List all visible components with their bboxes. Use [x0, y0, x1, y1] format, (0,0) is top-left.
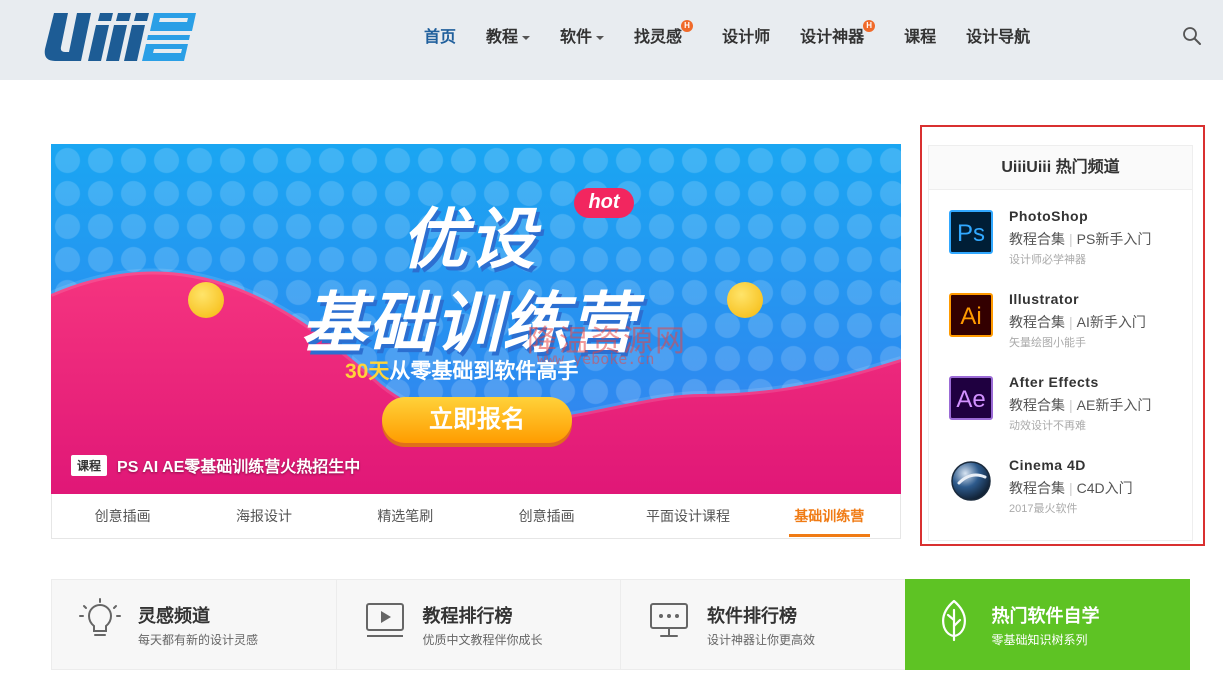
banner-title-line1: 优设	[401, 201, 537, 278]
hot-channels-highlight: UiiiUiii 热门频道 Ps PhotoShop 教程合集 | PS新手入门 设…	[920, 125, 1205, 546]
feature-self-study[interactable]: 热门软件自学 零基础知识树系列	[904, 579, 1190, 670]
software-desc: 设计师必学神器	[1009, 254, 1086, 266]
chevron-down-icon	[596, 35, 605, 40]
video-play-icon	[365, 603, 404, 637]
beginner-link[interactable]: C4D入门	[1077, 480, 1133, 496]
feature-subtitle: 设计神器让你更高效	[707, 633, 816, 647]
software-item-after-effects[interactable]: Ae After Effects 教程合集 | AE新手入门 动效设计不再难	[949, 374, 1189, 440]
nav-inspiration[interactable]: 找灵感 H	[634, 20, 694, 47]
banner-tab[interactable]: 海报设计	[193, 494, 334, 538]
software-item-illustrator[interactable]: Ai Illustrator 教程合集 | AI新手入门 矢量绘图小能手	[949, 291, 1189, 357]
software-name[interactable]: PhotoShop	[1009, 208, 1088, 224]
collection-link[interactable]: 教程合集	[1009, 231, 1065, 247]
hot-badge: H	[681, 20, 694, 32]
feature-software-ranking[interactable]: 软件排行榜 设计神器让你更高效	[620, 579, 905, 670]
beginner-link[interactable]: AI新手入门	[1077, 314, 1146, 330]
subtitle-rest: 从零基础到软件高手	[389, 360, 579, 383]
collection-link[interactable]: 教程合集	[1009, 480, 1065, 496]
c4d-sphere-icon[interactable]	[949, 459, 993, 503]
main-nav: 首页 教程 软件 找灵感 H 设计师 设计神器 H 课程 设计导航	[424, 0, 1060, 70]
lightbulb-icon	[79, 598, 121, 636]
banner-tab-active[interactable]: 基础训练营	[759, 494, 900, 538]
banner-tab[interactable]: 平面设计课程	[617, 494, 758, 538]
hero-banner[interactable]: 优设 hot 基础训练营 降温资源网 www.yeboke.cn 30天从零基础…	[51, 144, 901, 494]
banner-tab[interactable]: 精选笔刷	[335, 494, 476, 538]
software-name[interactable]: Cinema 4D	[1009, 457, 1086, 473]
monitor-icon	[650, 603, 688, 637]
feature-subtitle: 优质中文教程伴你成长	[422, 633, 543, 647]
photoshop-icon[interactable]: Ps	[949, 210, 993, 254]
software-name[interactable]: Illustrator	[1009, 291, 1079, 307]
nav-design-tools[interactable]: 设计神器 H	[800, 20, 876, 47]
illustrator-icon[interactable]: Ai	[949, 293, 993, 337]
feature-title: 灵感频道	[138, 606, 210, 626]
banner-subtitle: 30天从零基础到软件高手	[345, 355, 578, 385]
nav-courses[interactable]: 课程	[904, 23, 936, 47]
hot-badge: H	[863, 20, 876, 32]
nav-designers[interactable]: 设计师	[722, 23, 770, 47]
software-links: 教程合集 | AI新手入门	[1009, 312, 1146, 332]
software-links: 教程合集 | PS新手入门	[1009, 229, 1151, 249]
link-separator: |	[1069, 314, 1073, 330]
hot-tag: hot	[574, 188, 634, 218]
software-item-cinema4d[interactable]: Cinema 4D 教程合集 | C4D入门 2017最火软件	[949, 457, 1189, 523]
banner-tabs: 创意插画 海报设计 精选笔刷 创意插画 平面设计课程 基础训练营	[51, 494, 901, 539]
software-name[interactable]: After Effects	[1009, 374, 1099, 390]
software-desc: 矢量绘图小能手	[1009, 337, 1086, 349]
after-effects-icon[interactable]: Ae	[949, 376, 993, 420]
search-icon[interactable]	[1182, 26, 1202, 46]
software-desc: 2017最火软件	[1009, 503, 1078, 515]
collection-link[interactable]: 教程合集	[1009, 397, 1065, 413]
feature-title: 热门软件自学	[991, 606, 1100, 626]
uiiiuiii-logo[interactable]	[44, 11, 199, 63]
subtitle-highlight: 30天	[345, 360, 390, 383]
course-badge: 课程	[71, 454, 108, 476]
banner-caption[interactable]: 课程 PS AI AE零基础训练营火热招生中	[71, 453, 360, 477]
feature-row: 灵感频道 每天都有新的设计灵感 教程排行榜 优质中文教程伴你成长 软件排行榜 设…	[51, 579, 1190, 670]
yellow-ball-left	[188, 282, 224, 318]
banner-tab[interactable]: 创意插画	[52, 494, 193, 538]
banner-tab[interactable]: 创意插画	[476, 494, 617, 538]
nav-tutorials[interactable]: 教程	[486, 23, 531, 47]
hot-channels-panel: UiiiUiii 热门频道 Ps PhotoShop 教程合集 | PS新手入门 设…	[928, 145, 1193, 541]
link-separator: |	[1069, 397, 1073, 413]
software-links: 教程合集 | AE新手入门	[1009, 395, 1151, 415]
feature-subtitle: 每天都有新的设计灵感	[138, 633, 259, 647]
caption-text: PS AI AE零基础训练营火热招生中	[117, 459, 361, 476]
software-desc: 动效设计不再难	[1009, 420, 1086, 432]
nav-design-navigation[interactable]: 设计导航	[966, 23, 1030, 47]
feature-title: 软件排行榜	[707, 606, 797, 626]
beginner-link[interactable]: PS新手入门	[1077, 231, 1152, 247]
software-links: 教程合集 | C4D入门	[1009, 478, 1133, 498]
leaf-icon	[941, 599, 966, 642]
software-item-photoshop[interactable]: Ps PhotoShop 教程合集 | PS新手入门 设计师必学神器	[949, 208, 1189, 274]
link-separator: |	[1069, 231, 1073, 247]
beginner-link[interactable]: AE新手入门	[1077, 397, 1152, 413]
nav-software[interactable]: 软件	[560, 23, 605, 47]
chevron-down-icon	[522, 35, 531, 40]
yellow-ball-right	[727, 282, 763, 318]
feature-title: 教程排行榜	[422, 606, 513, 626]
feature-inspiration[interactable]: 灵感频道 每天都有新的设计灵感	[51, 579, 336, 670]
signup-button[interactable]: 立即报名	[382, 397, 572, 443]
link-separator: |	[1069, 480, 1073, 496]
feature-subtitle: 零基础知识树系列	[991, 633, 1088, 647]
hot-channels-title: UiiiUiii 热门频道	[929, 146, 1192, 190]
nav-home[interactable]: 首页	[424, 23, 456, 47]
feature-tutorial-ranking[interactable]: 教程排行榜 优质中文教程伴你成长	[335, 579, 620, 670]
site-header: 首页 教程 软件 找灵感 H 设计师 设计神器 H 课程 设计导航	[0, 0, 1223, 80]
collection-link[interactable]: 教程合集	[1009, 314, 1065, 330]
